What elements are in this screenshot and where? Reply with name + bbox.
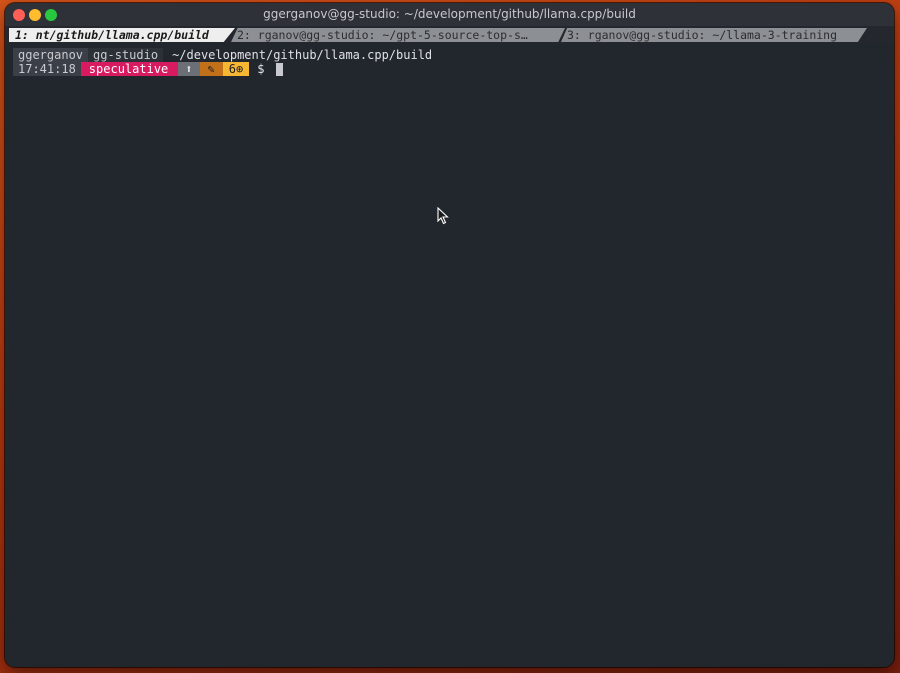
terminal-area[interactable]: ggerganov gg-studio ~/development/github/l… <box>5 43 894 667</box>
prompt-line-1: ggerganov gg-studio ~/development/github/l… <box>13 48 438 62</box>
git-count-badge: 6⊕ <box>222 62 250 76</box>
prompt-path: ~/development/github/llama.cpp/build <box>163 48 438 62</box>
window-title: ggerganov@gg-studio: ~/development/githu… <box>263 7 636 21</box>
prompt-time: 17:41:18 <box>13 62 81 76</box>
prompt-user: ggerganov <box>13 48 89 62</box>
prompt-symbol: $ <box>257 62 265 76</box>
prompt-host: gg-studio <box>88 48 164 62</box>
terminal-window: ggerganov@gg-studio: ~/development/githu… <box>5 3 894 667</box>
mouse-pointer-icon <box>437 207 449 225</box>
prompt-line-2: 17:41:18 speculative ⬆ ✎ 6⊕ $ <box>13 62 284 76</box>
tab-3[interactable]: 3: rganov@gg-studio: ~/llama-3-training <box>561 28 867 42</box>
tab-1[interactable]: 1: nt/github/llama.cpp/build <box>9 28 235 42</box>
git-branch-badge: speculative <box>80 62 179 76</box>
tab-2[interactable]: 2: rganov@gg-studio: ~/gpt-5-source-top-… <box>231 28 565 42</box>
text-cursor <box>276 63 284 76</box>
git-modified-icon: ✎ <box>199 62 223 76</box>
tab-bar: 1: nt/github/llama.cpp/build 2: rganov@g… <box>5 26 894 43</box>
git-ahead-icon: ⬆ <box>178 62 200 76</box>
title-bar[interactable]: ggerganov@gg-studio: ~/development/githu… <box>5 3 894 26</box>
